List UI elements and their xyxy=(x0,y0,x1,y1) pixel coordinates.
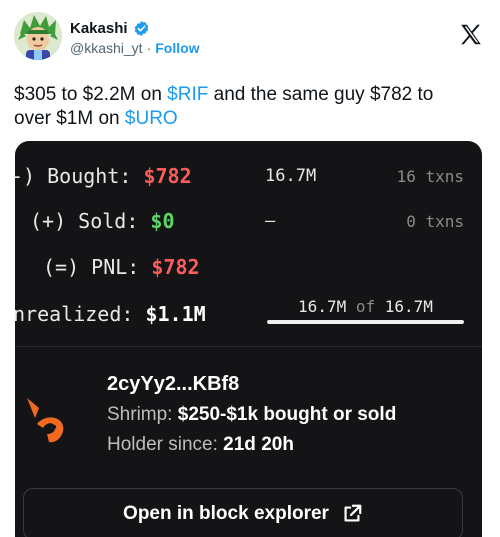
open-block-explorer-button[interactable]: Open in block explorer xyxy=(23,488,463,537)
unrealized-label: nrealized: xyxy=(15,302,134,326)
post-header: Kakashi @kkashi_yt · Follow xyxy=(14,12,486,72)
post-text-part: $305 to $2.2M on xyxy=(14,84,168,105)
progress-fill xyxy=(267,320,464,324)
held-of: of xyxy=(355,297,376,316)
holder-since: Holder since: 21d 20h xyxy=(107,434,396,456)
pnl-value: $782 xyxy=(151,255,200,279)
pnl-label-group: (=) PNL: $782 xyxy=(43,255,200,279)
shrimp-icon xyxy=(21,394,69,446)
tier-value: $250-$1k bought or sold xyxy=(177,404,397,425)
x-logo-icon[interactable] xyxy=(458,22,484,48)
avatar[interactable] xyxy=(14,12,62,60)
holder-label: Holder since: xyxy=(107,434,218,455)
unrealized-value: $1.1M xyxy=(145,302,206,326)
unrealized-label-group: nrealized: $1.1M xyxy=(15,302,206,326)
sold-label: (+) Sold: xyxy=(30,209,139,233)
separator: · xyxy=(146,40,152,56)
sold-txns: 0 txns xyxy=(406,211,464,231)
name-row: Kakashi xyxy=(70,20,200,37)
wallet-address[interactable]: 2cyYy2...KBf8 xyxy=(107,373,396,396)
verified-badge-icon xyxy=(133,20,150,37)
wallet-tier: Shrimp: $250-$1k bought or sold xyxy=(107,404,396,426)
cashtag-link[interactable]: $URO xyxy=(125,108,178,129)
trade-card: -) Bought: $782 16.7M 16 txns (+) Sold: … xyxy=(15,141,482,537)
sold-value: $0 xyxy=(150,209,175,233)
follow-button[interactable]: Follow xyxy=(155,40,199,56)
bought-label-group: -) Bought: $782 xyxy=(15,164,192,188)
holdings-progress: 16.7M of 16.7M xyxy=(267,297,464,324)
holder-value: 21d 20h xyxy=(223,434,294,455)
pnl-row: (=) PNL: $782 xyxy=(15,252,482,282)
bought-txns: 16 txns xyxy=(396,166,464,186)
sold-row: (+) Sold: $0 – 0 txns xyxy=(15,206,482,236)
sold-label-group: (+) Sold: $0 xyxy=(30,209,175,233)
display-name[interactable]: Kakashi xyxy=(70,20,128,37)
user-info: Kakashi @kkashi_yt · Follow xyxy=(70,20,200,56)
divider xyxy=(15,346,482,347)
holdings-text: 16.7M of 16.7M xyxy=(267,297,464,316)
post-text: $305 to $2.2M on $RIF and the same guy $… xyxy=(14,83,474,131)
bought-row: -) Bought: $782 16.7M 16 txns xyxy=(15,161,482,191)
post-text-part: over $1M on xyxy=(14,108,125,129)
pnl-label: (=) PNL: xyxy=(43,255,140,279)
wallet-info: 2cyYy2...KBf8 Shrimp: $250-$1k bought or… xyxy=(107,373,396,456)
external-link-icon xyxy=(344,504,362,522)
held-total: 16.7M xyxy=(384,297,433,316)
held-amount: 16.7M xyxy=(298,297,347,316)
explorer-label: Open in block explorer xyxy=(123,503,329,524)
bought-value: $782 xyxy=(143,164,192,188)
tier-label: Shrimp: xyxy=(107,404,173,425)
post-text-part: and the same guy $782 to xyxy=(208,84,434,105)
sold-tokens: – xyxy=(265,211,276,231)
bought-label: -) Bought: xyxy=(15,164,132,188)
cashtag-link[interactable]: $RIF xyxy=(167,84,208,105)
progress-track xyxy=(267,320,464,324)
handle[interactable]: @kkashi_yt xyxy=(70,40,143,56)
bought-tokens: 16.7M xyxy=(265,166,317,186)
meta-row: @kkashi_yt · Follow xyxy=(70,40,200,56)
